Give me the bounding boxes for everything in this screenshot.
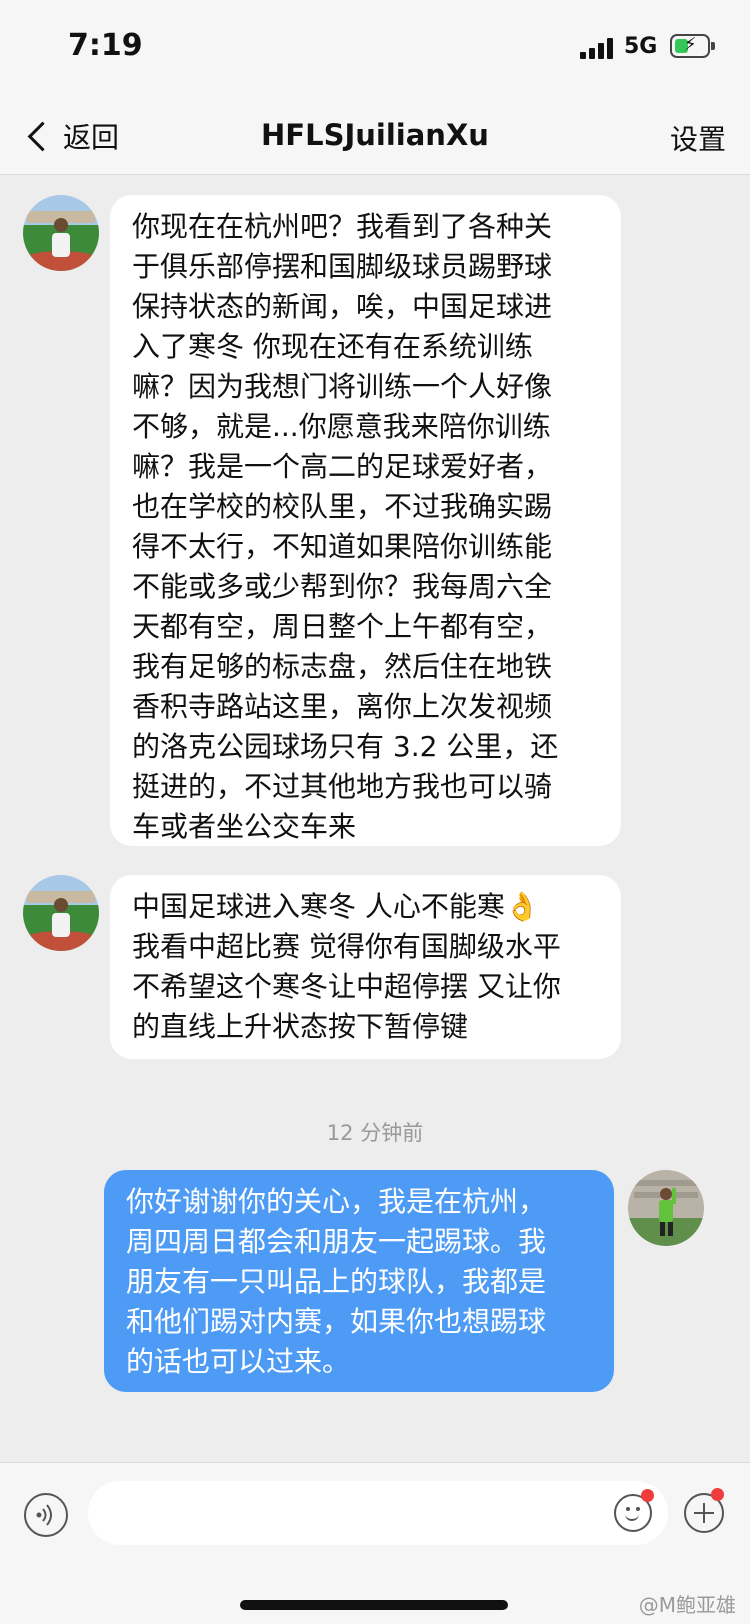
settings-button[interactable]: 设置 xyxy=(670,118,726,158)
message-line: 不够，就是...你愿意我来陪你训练 xyxy=(132,410,551,443)
sender-avatar[interactable] xyxy=(23,875,99,951)
message-line: 你现在在杭州吧？我看到了各种关 xyxy=(132,210,553,243)
signal-icon xyxy=(580,37,616,59)
message-line: 中国足球进入寒冬 人心不能寒👌 xyxy=(132,890,540,923)
message-line: 香积寺路站这里，离你上次发视频 xyxy=(132,690,553,723)
status-bar: 7:19 5G ⚡ xyxy=(0,0,750,100)
incoming-message[interactable]: 你现在在杭州吧？我看到了各种关 于俱乐部停摆和国脚级球员踢野球 保持状态的新闻，… xyxy=(110,195,621,846)
outgoing-message[interactable]: 你好谢谢你的关心，我是在杭州， 周四周日都会和朋友一起踢球。我 朋友有一只叫品上… xyxy=(104,1170,614,1392)
message-line: 不能或多或少帮到你？我每周六全 xyxy=(132,570,553,603)
message-line: 挺进的，不过其他地方我也可以骑 xyxy=(132,770,553,803)
message-line: 得不太行，不知道如果陪你训练能 xyxy=(132,530,553,563)
emoji-notification-dot xyxy=(641,1489,654,1502)
message-line: 你好谢谢你的关心，我是在杭州， xyxy=(126,1185,547,1218)
chat-area[interactable]: 你现在在杭州吧？我看到了各种关 于俱乐部停摆和国脚级球员踢野球 保持状态的新闻，… xyxy=(0,175,750,1460)
message-input[interactable] xyxy=(88,1481,668,1545)
message-line: 我有足够的标志盘，然后住在地铁 xyxy=(132,650,553,683)
input-bar: @M鲍亚雄 xyxy=(0,1462,750,1624)
message-timestamp: 12 分钟前 xyxy=(326,1121,424,1145)
message-line: 的话也可以过来。 xyxy=(126,1345,351,1378)
status-time: 7:19 xyxy=(68,28,143,63)
message-line: 保持状态的新闻，唉，中国足球进 xyxy=(132,290,553,323)
message-line: 的洛克公园球场只有 3.2 公里，还 xyxy=(132,730,559,763)
message-line: 我看中超比赛 觉得你有国脚级水平 xyxy=(132,930,561,963)
incoming-message[interactable]: 中国足球进入寒冬 人心不能寒👌 我看中超比赛 觉得你有国脚级水平 不希望这个寒冬… xyxy=(110,875,621,1059)
chat-title: HFLSJuilianXu xyxy=(261,118,489,152)
nav-bar: 返回 HFLSJuilianXu 设置 xyxy=(0,100,750,175)
message-line: 也在学校的校队里，不过我确实踢 xyxy=(132,490,553,523)
home-indicator[interactable] xyxy=(240,1600,508,1610)
message-line: 嘛？因为我想门将训练一个人好像 xyxy=(132,370,553,403)
message-line: 车或者坐公交车来 xyxy=(132,810,357,843)
message-line: 周四周日都会和朋友一起踢球。我 xyxy=(126,1225,547,1258)
message-line: 嘛？我是一个高二的足球爱好者， xyxy=(132,450,553,483)
own-avatar[interactable] xyxy=(628,1170,704,1246)
voice-input-button[interactable] xyxy=(24,1493,68,1537)
message-line: 于俱乐部停摆和国脚级球员踢野球 xyxy=(132,250,553,283)
message-line: 的直线上升状态按下暂停键 xyxy=(132,1010,469,1043)
message-line: 和他们踢对内赛，如果你也想踢球 xyxy=(126,1305,547,1338)
more-notification-dot xyxy=(711,1488,724,1501)
battery-charging-icon: ⚡ xyxy=(670,34,715,58)
voice-icon xyxy=(36,1504,52,1526)
network-type: 5G xyxy=(624,34,658,59)
message-line: 天都有空，周日整个上午都有空， xyxy=(132,610,553,643)
message-line: 朋友有一只叫品上的球队，我都是 xyxy=(126,1265,547,1298)
message-line: 不希望这个寒冬让中超停摆 又让你 xyxy=(132,970,561,1003)
message-line: 入了寒冬 你现在还有在系统训练 xyxy=(132,330,533,363)
weibo-watermark: @M鲍亚雄 xyxy=(638,1593,736,1617)
sender-avatar[interactable] xyxy=(23,195,99,271)
